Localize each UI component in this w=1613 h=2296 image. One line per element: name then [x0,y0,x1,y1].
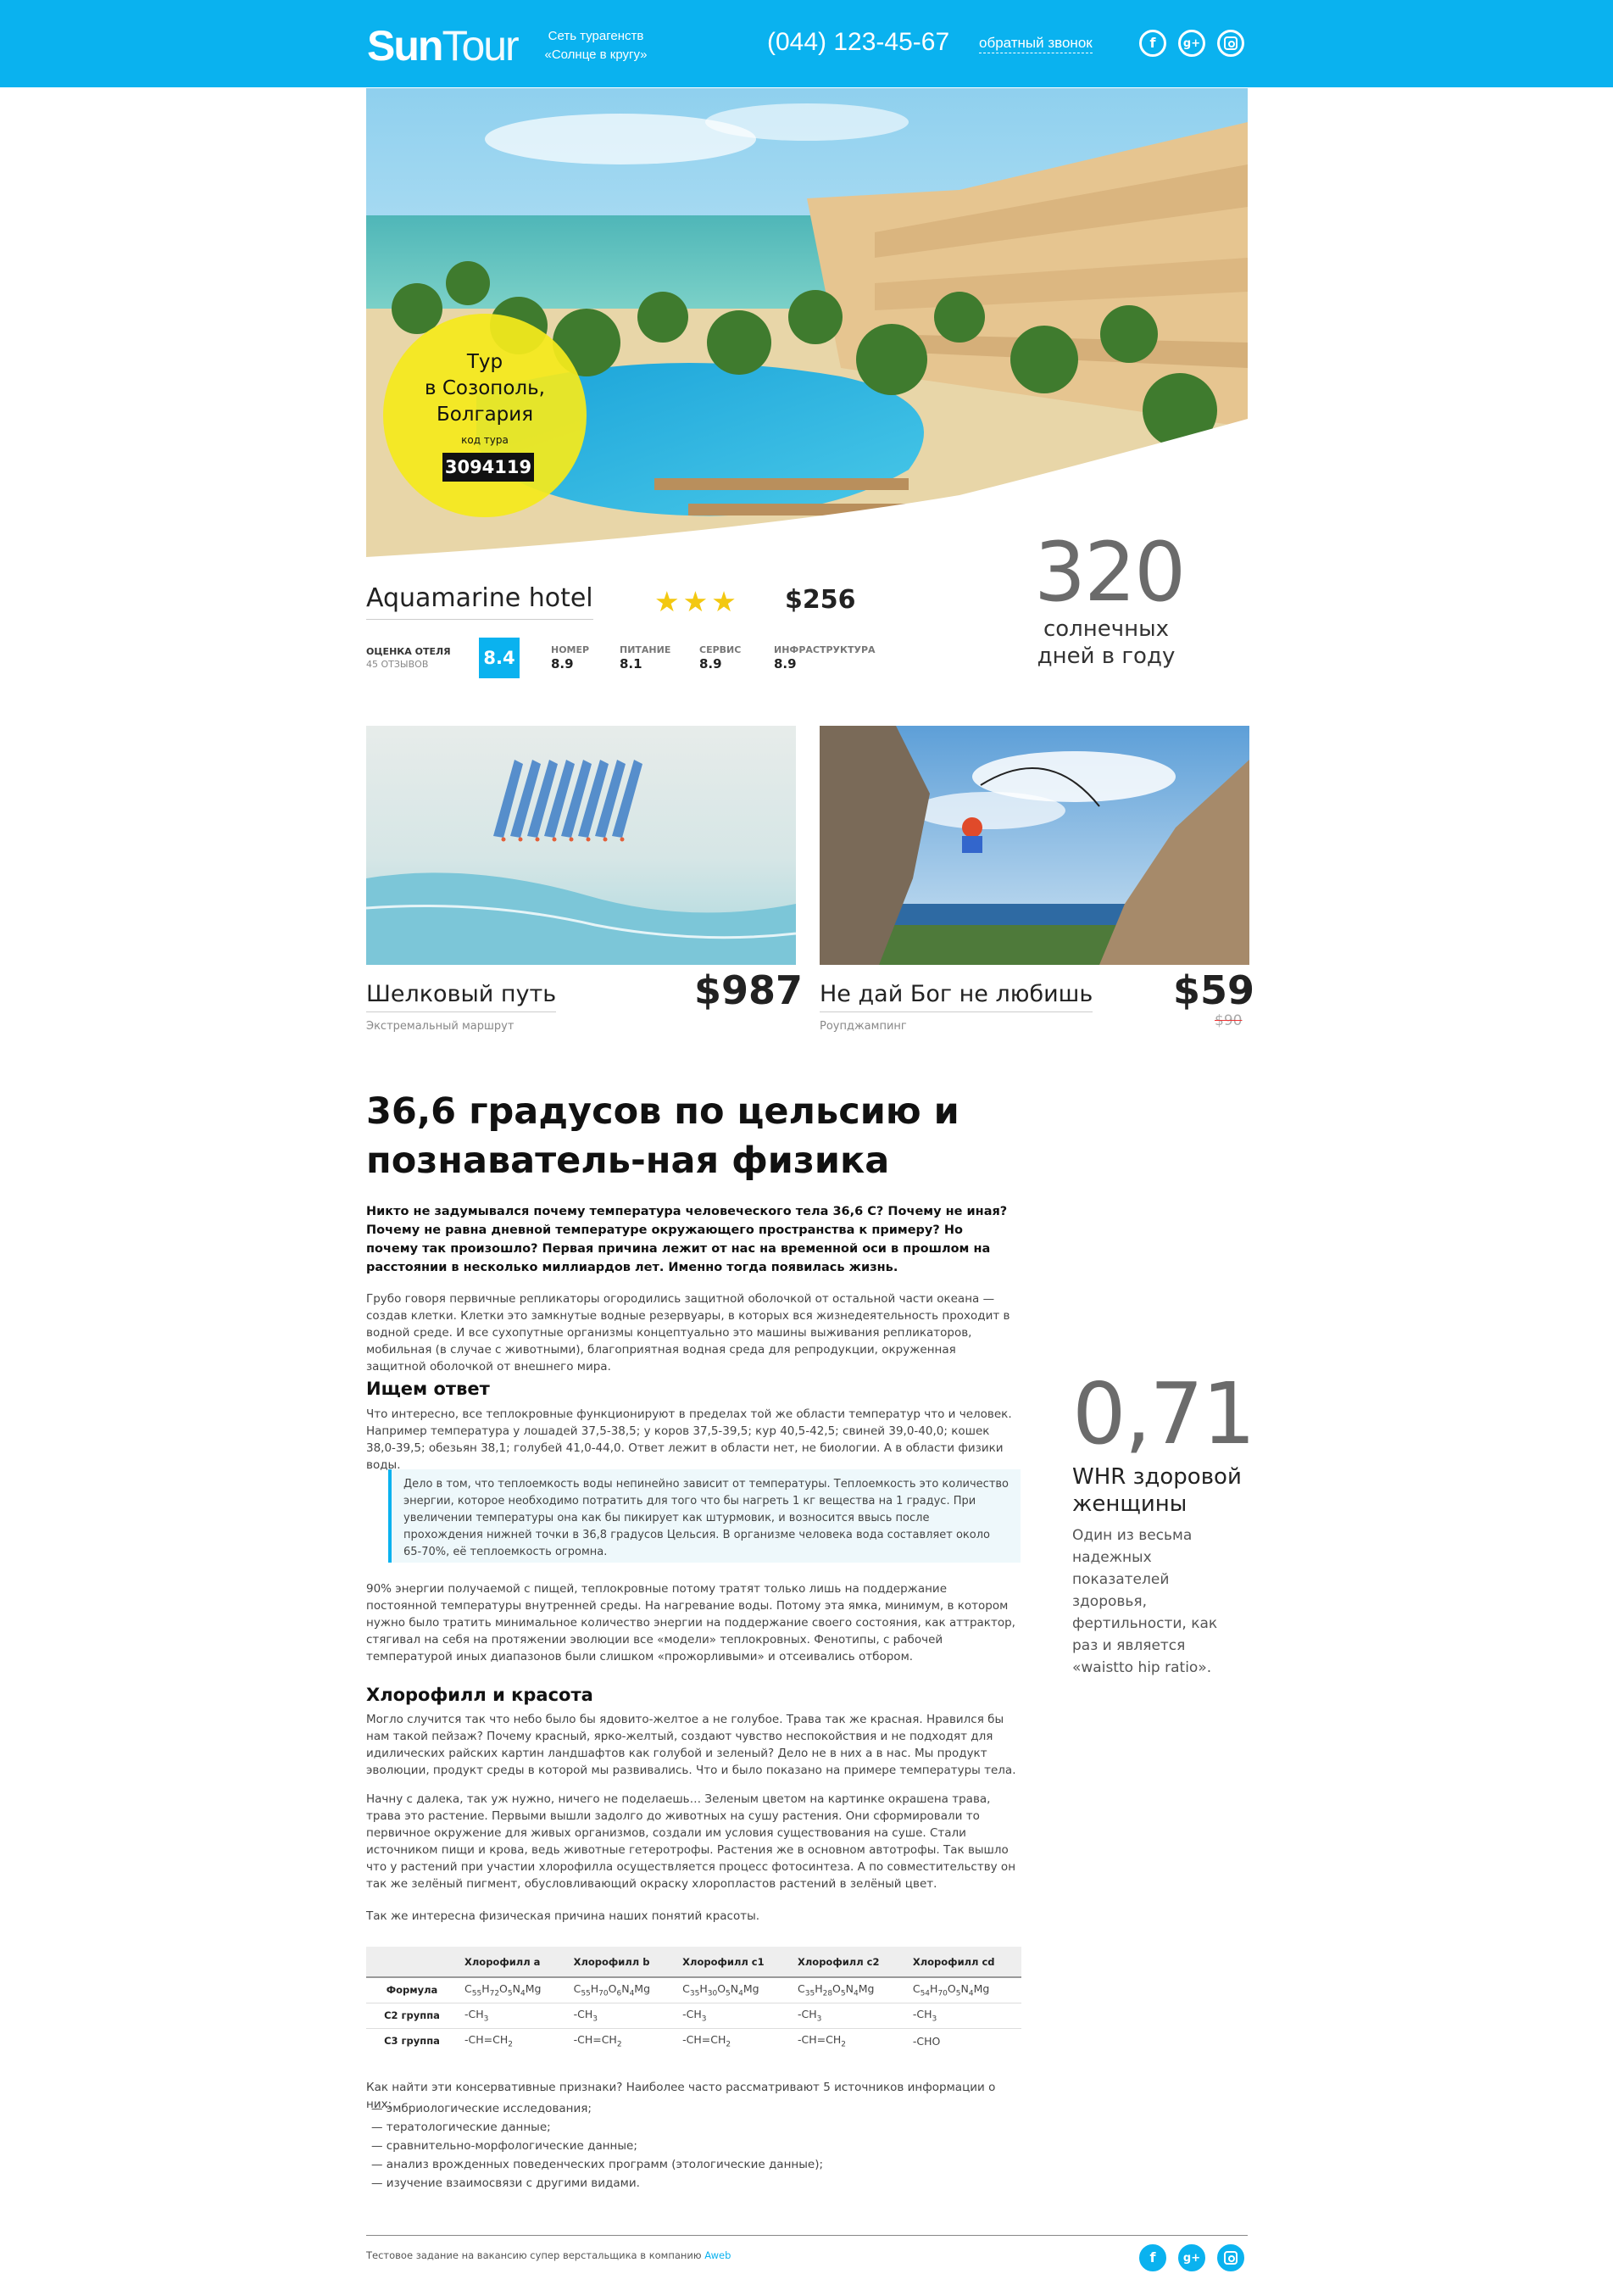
phone-number[interactable]: (044) 123-45-67 [767,25,949,59]
whr-number: 0,71 [1072,1364,1256,1463]
sources-list: — эмбриологические исследования; — терат… [371,2099,823,2193]
tagline: Сеть турагенств «Солнце в кругу» [544,29,648,62]
tour-code-label: код тура [461,434,509,446]
star-icon: ★ [711,585,740,618]
article-paragraph: 90% энергии получаемой с пищей, теплокро… [366,1582,1015,1663]
quote-block: Дело в том, что теплоемкость воды непине… [388,1469,1021,1563]
footer-text: Тестовое задание на вакансию супер верст… [366,2249,731,2261]
hotel-price: $256 [785,585,856,615]
list-item: — анализ врожденных поведенческих програ… [371,2158,824,2171]
article-paragraph: Так же интересна физическая причина наши… [366,1909,760,1923]
table-cell: C55H70O6N4Mg [566,1976,676,2003]
table-header-cell [366,1947,458,1977]
table-cell: -CH=CH2 [676,2027,791,2054]
facebook-icon[interactable]: f [1139,30,1166,57]
card-image-ropejumping[interactable] [820,726,1249,965]
logo[interactable]: SunTour [367,22,520,70]
tour-code: 3094119 [442,453,534,482]
table-cell: C35H28O5N4Mg [791,1976,906,2003]
table-cell: -CH3 [676,2002,791,2028]
table-cell: C55H72O5N4Mg [458,1976,567,2003]
card-price-ropejumping: $59 [1173,967,1255,1013]
social-links-bottom: f g+ [1139,2244,1244,2271]
article-paragraph: Начну с далека, так уж нужно, ничего не … [366,1792,1016,1891]
star-icon: ★ [654,585,683,618]
table-header-row: Хлорофилл a Хлорофилл b Хлорофилл c1 Хло… [366,1947,1021,1977]
sunny-days-text: солнечных дней в году [1037,616,1176,669]
list-item: — изучение взаимосвязи с другими видами. [371,2176,640,2190]
callback-link[interactable]: обратный звонок [979,34,1093,53]
table-cell: -CH3 [566,2002,676,2028]
table-row-label: C2 группа [366,2002,458,2028]
subrating-infrastructure: ИНФРАСТРУКТУРА 8.9 [774,644,876,672]
table-cell: -CH3 [458,2002,567,2028]
instagram-icon[interactable] [1217,2244,1244,2271]
article-paragraph: Что интересно, все теплокровные функцион… [366,1407,1012,1472]
hotel-stars: ★★★ [654,585,740,618]
table-row: C2 группа -CH3 -CH3 -CH3 -CH3 -CH3 [366,2002,1021,2028]
article-paragraph: Грубо говоря первичные репликаторы огоро… [366,1292,1010,1374]
footer-divider [366,2235,1248,2236]
card-image-silk-road[interactable] [366,726,796,965]
table-row: C3 группа -CH=CH2 -CH=CH2 -CH=CH2 -CH=CH… [366,2027,1021,2054]
whr-description: Один из весьма надежных показателей здор… [1072,1527,1218,1676]
social-links-top: f g+ [1139,30,1244,57]
card-subtitle-ropejumping: Роупджампинг [820,1020,907,1033]
table-cell: -CH=CH2 [566,2027,676,2054]
card-title-silk-road[interactable]: Шелковый путь [366,979,557,1012]
table-cell: C54H70O5N4Mg [905,1976,1021,2003]
google-plus-icon[interactable]: g+ [1178,30,1205,57]
footer-link[interactable]: Aweb [704,2249,731,2261]
card-price-silk-road: $987 [694,967,804,1013]
whr-title: WHR здоровой женщины [1072,1464,1242,1517]
subrating-food: ПИТАНИЕ 8.1 [620,644,671,672]
table-cell: -CH3 [905,2002,1021,2028]
table-row-label: C3 группа [366,2027,458,2054]
subrating-service: СЕРВИС 8.9 [699,644,742,672]
sunny-days-number: 320 [1034,525,1186,620]
list-item: — тератологические данные; [371,2120,551,2134]
hotel-score: 8.4 [479,638,520,678]
rating-label: ОЦЕНКА ОТЕЛЯ [366,646,451,657]
heading-chlorophyll: Хлорофилл и красота [366,1685,593,1705]
table-header-cell: Хлорофилл c1 [676,1947,791,1977]
hotel-name[interactable]: Aquamarine hotel [366,582,593,620]
article-paragraph: Могло случится так что небо было бы ядов… [366,1713,1016,1777]
table-cell: -CH=CH2 [458,2027,567,2054]
star-icon: ★ [682,585,712,618]
instagram-icon[interactable] [1217,30,1244,57]
google-plus-icon[interactable]: g+ [1178,2244,1205,2271]
card-title-ropejumping[interactable]: Не дай Бог не любишь [820,979,1093,1012]
card-subtitle-silk-road: Экстремальный маршрут [366,1020,514,1033]
article-title: 36,6 градусов по цельсию и познаватель-н… [366,1090,959,1182]
tour-title: Тур в Созополь, Болгария [425,351,545,426]
table-header-cell: Хлорофилл b [566,1947,676,1977]
table-cell: -CH=CH2 [791,2027,906,2054]
tour-badge: Тур в Созополь, Болгария код тура 309411… [383,314,587,517]
article-lead: Никто не задумывался почему температура … [366,1205,1008,1274]
reviews-count[interactable]: 45 ОТЗЫВОВ [366,659,428,670]
subrating-room: НОМЕР 8.9 [551,644,590,672]
facebook-icon[interactable]: f [1139,2244,1166,2271]
table-header-cell: Хлорофилл a [458,1947,567,1977]
table-row-label: Формула [366,1976,458,2003]
list-item: — сравнительно-морфологические данные; [371,2139,637,2153]
table-cell: C35H30O5N4Mg [676,1976,791,2003]
list-item: — эмбриологические исследования; [371,2102,592,2115]
heading-answer: Ищем ответ [366,1379,490,1399]
table-header-cell: Хлорофилл c2 [791,1947,906,1977]
chlorophyll-table: Хлорофилл a Хлорофилл b Хлорофилл c1 Хло… [366,1947,1021,2054]
table-row: Формула C55H72O5N4Mg C55H70O6N4Mg C35H30… [366,1976,1021,2003]
card-old-price-ropejumping: $90 [1215,1012,1243,1029]
table-cell: -CHO [905,2027,1021,2054]
table-cell: -CH3 [791,2002,906,2028]
table-header-cell: Хлорофилл cd [905,1947,1021,1977]
